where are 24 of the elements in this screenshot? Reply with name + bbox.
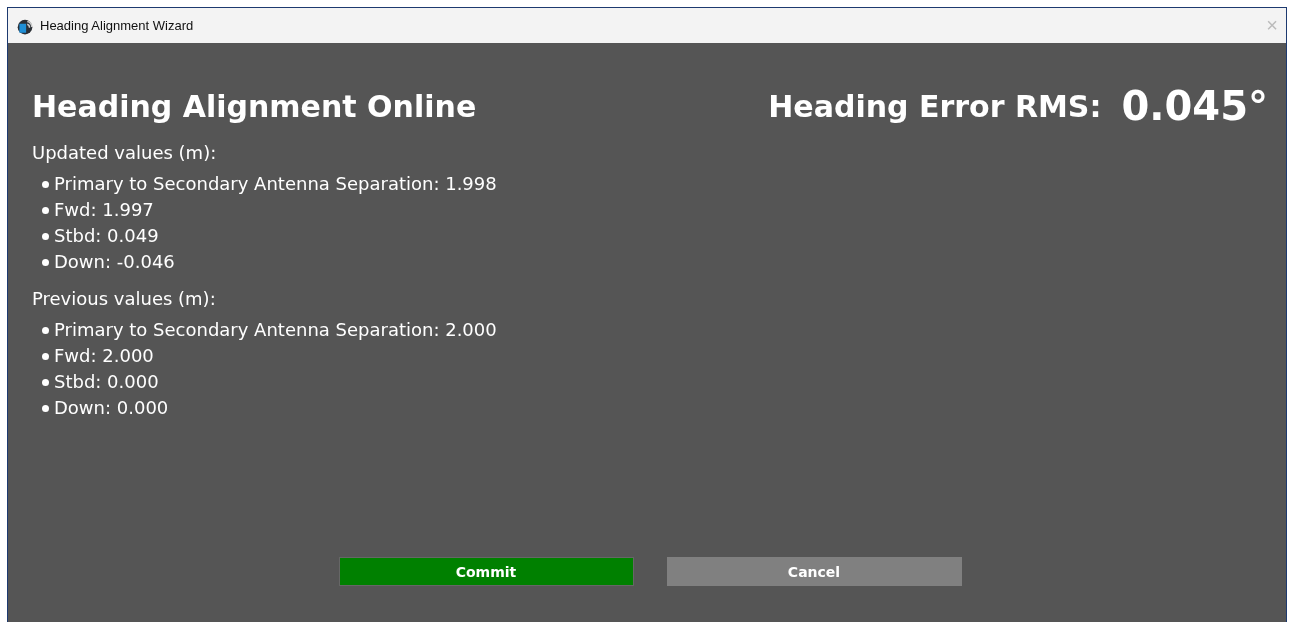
bullet-icon: [42, 352, 49, 360]
window-title: Heading Alignment Wizard: [40, 18, 195, 33]
value-text: Stbd: 0.000: [54, 370, 159, 394]
bullet-icon: [42, 258, 49, 266]
value-text: Fwd: 2.000: [54, 344, 154, 368]
heading: Heading Alignment Online: [32, 88, 477, 124]
bullet-icon: [42, 206, 49, 214]
value-text: Down: 0.000: [54, 396, 169, 420]
bullet-icon: [42, 180, 49, 188]
section-title: Updated values (m):: [32, 141, 218, 165]
section-title: Previous values (m):: [32, 287, 217, 311]
commit-button[interactable]: Commit: [338, 557, 634, 586]
bullet-icon: [42, 326, 49, 334]
bullet-icon: [42, 232, 49, 240]
value-text: Fwd: 1.997: [54, 198, 154, 222]
bullet-icon: [42, 378, 49, 386]
error-label: Heading Error RMS:: [768, 88, 1102, 124]
value-text: Primary to Secondary Antenna Separation: 1.998: [54, 172, 497, 196]
value-text: Primary to Secondary Antenna Separation: 2.000: [54, 318, 497, 342]
value-text: Stbd: 0.049: [54, 224, 159, 248]
error-value: 0.045°: [1121, 83, 1268, 129]
bullet-icon: [42, 404, 49, 412]
value-text: Down: -0.046: [54, 250, 175, 274]
cancel-button[interactable]: Cancel: [666, 557, 962, 586]
